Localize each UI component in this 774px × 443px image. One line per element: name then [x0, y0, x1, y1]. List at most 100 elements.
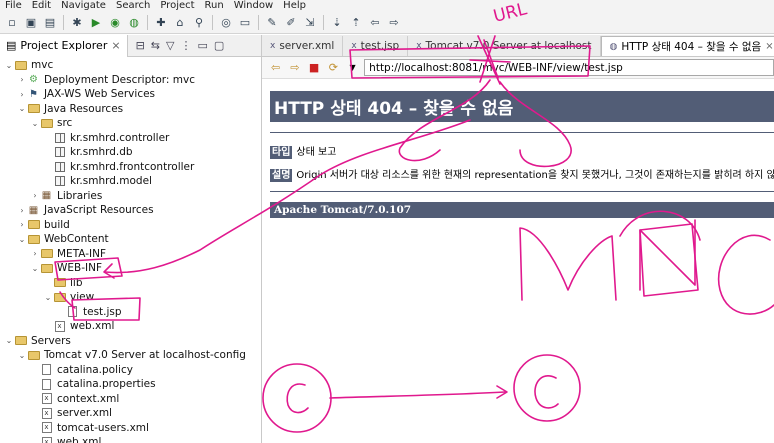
menu-file[interactable]: File [0, 0, 27, 12]
save-icon[interactable]: ▣ [23, 15, 39, 31]
chevron-down-icon[interactable]: ⌄ [17, 104, 27, 113]
toggle-mark-icon[interactable]: ✎ [264, 15, 280, 31]
back-icon[interactable]: ⇦ [268, 60, 283, 76]
annotation-icon[interactable]: ✐ [283, 15, 299, 31]
tree-item[interactable]: x web.xml [0, 319, 261, 334]
tree-item[interactable]: ⌄ Java Resources [0, 102, 261, 117]
close-icon[interactable]: ⨯ [765, 41, 773, 52]
chevron-down-icon[interactable]: ⌄ [43, 293, 53, 302]
editor-tab[interactable]: x server.xml [262, 36, 344, 56]
external-tools-icon[interactable]: ◉ [107, 15, 123, 31]
menu-run[interactable]: Run [200, 0, 229, 12]
editor-tab[interactable]: x Tomcat v7.0 Server at localhost [408, 36, 601, 56]
debug-icon[interactable]: ✱ [69, 15, 85, 31]
tree-item-label: Java Resources [44, 102, 124, 115]
chevron-down-icon[interactable]: ▼ [345, 60, 360, 76]
chevron-down-icon[interactable]: ⌄ [30, 264, 40, 273]
chevron-right-icon[interactable]: › [30, 191, 40, 200]
tree-item[interactable]: catalina.properties [0, 377, 261, 392]
chevron-right-icon[interactable]: › [30, 249, 40, 258]
menu-project[interactable]: Project [155, 0, 199, 12]
server-icon[interactable]: ◍ [126, 15, 142, 31]
tree-item[interactable]: › build [0, 218, 261, 233]
console-icon[interactable]: ▭ [237, 15, 253, 31]
tree-item[interactable]: ⌄ WEB-INF [0, 261, 261, 276]
toolbar-separator [212, 15, 213, 30]
chevron-down-icon[interactable]: ⌄ [4, 336, 14, 345]
menu-edit[interactable]: Edit [27, 0, 56, 12]
editor-tab[interactable]: ◍ HTTP 상태 404 – 찾을 수 없음 ⨯ [600, 36, 774, 56]
tree-item-label: catalina.properties [57, 378, 156, 391]
editor-tab[interactable]: x test.jsp [343, 36, 409, 56]
toolbar-separator [323, 15, 324, 30]
chevron-down-icon[interactable]: ⌄ [17, 351, 27, 360]
folder-icon [40, 263, 53, 273]
tree-item[interactable]: kr.smhrd.controller [0, 131, 261, 146]
chevron-down-icon[interactable]: ⌄ [17, 235, 27, 244]
chevron-right-icon[interactable]: › [17, 90, 27, 99]
stop-icon[interactable]: ■ [306, 60, 321, 76]
tree-item[interactable]: › ▦ JavaScript Resources [0, 203, 261, 218]
minimize-icon[interactable]: ▭ [197, 39, 207, 52]
tree-item[interactable]: kr.smhrd.model [0, 174, 261, 189]
editor-tab-label: HTTP 상태 404 – 찾을 수 없음 [621, 41, 762, 53]
filter-icon[interactable]: ▽ [166, 39, 174, 52]
chevron-right-icon[interactable]: › [17, 220, 27, 229]
menu-search[interactable]: Search [111, 0, 155, 12]
new-java-icon[interactable]: ✚ [153, 15, 169, 31]
tree-item[interactable]: x web.xml [0, 435, 261, 443]
prev-annotation-icon[interactable]: ⇡ [348, 15, 364, 31]
tree-item[interactable]: › ▦ Libraries [0, 189, 261, 204]
print-icon[interactable]: ▤ [42, 15, 58, 31]
file-icon: x [416, 41, 422, 51]
menu-help[interactable]: Help [278, 0, 311, 12]
chevron-right-icon[interactable]: › [17, 206, 27, 215]
link-editor-icon[interactable]: ⇆ [151, 39, 160, 52]
tree-item-label: context.xml [57, 392, 120, 405]
search-icon[interactable]: ⚲ [191, 15, 207, 31]
maximize-icon[interactable]: ▢ [214, 39, 224, 52]
pin-icon[interactable]: ⇲ [302, 15, 318, 31]
tree-item-label: WEB-INF [57, 262, 102, 275]
collapse-all-icon[interactable]: ⊟ [136, 39, 145, 52]
view-menu-icon[interactable]: ⋮ [180, 39, 191, 52]
tree-item[interactable]: test.jsp [0, 305, 261, 320]
tree-item-icon-slot [27, 350, 40, 361]
menu-window[interactable]: Window [229, 0, 278, 12]
menu-navigate[interactable]: Navigate [56, 0, 111, 12]
folder-icon [14, 336, 27, 346]
tree-item[interactable]: ⌄ WebContent [0, 232, 261, 247]
tree-item[interactable]: x server.xml [0, 406, 261, 421]
new-icon[interactable]: ▫ [4, 15, 20, 31]
tree-item[interactable]: ⌄ view [0, 290, 261, 305]
tree-item[interactable]: › ⚑ JAX-WS Web Services [0, 87, 261, 102]
chevron-down-icon[interactable]: ⌄ [4, 61, 14, 70]
explorer-actions: ⊟ ⇆ ▽ ⋮ ▭ ▢ [136, 39, 225, 52]
url-input[interactable] [364, 59, 774, 76]
tree-item[interactable]: ⌄ src [0, 116, 261, 131]
file-icon: x [270, 41, 276, 51]
chevron-right-icon[interactable]: › [17, 75, 27, 84]
open-type-icon[interactable]: ⌂ [172, 15, 188, 31]
tree-item[interactable]: ⌄ mvc [0, 58, 261, 73]
tree-item[interactable]: x tomcat-users.xml [0, 421, 261, 436]
tab-project-explorer[interactable]: ▤ Project Explorer ⨯ [0, 34, 128, 57]
tree-item[interactable]: ⌄ Servers [0, 334, 261, 349]
tree-item[interactable]: › ⚙ Deployment Descriptor: mvc [0, 73, 261, 88]
tree-item[interactable]: kr.smhrd.frontcontroller [0, 160, 261, 175]
back-icon[interactable]: ⇦ [367, 15, 383, 31]
close-icon[interactable]: ⨯ [111, 39, 120, 52]
chevron-down-icon[interactable]: ⌄ [30, 119, 40, 128]
browser-icon[interactable]: ◎ [218, 15, 234, 31]
tree-item[interactable]: kr.smhrd.db [0, 145, 261, 160]
next-annotation-icon[interactable]: ⇣ [329, 15, 345, 31]
tree-item[interactable]: lib [0, 276, 261, 291]
tree-item[interactable]: › META-INF [0, 247, 261, 262]
tree-item[interactable]: ⌄ Tomcat v7.0 Server at localhost-config [0, 348, 261, 363]
refresh-icon[interactable]: ⟳ [326, 60, 341, 76]
tree-item[interactable]: catalina.policy [0, 363, 261, 378]
run-icon[interactable]: ▶ [88, 15, 104, 31]
forward-icon[interactable]: ⇨ [287, 60, 302, 76]
forward-icon[interactable]: ⇨ [386, 15, 402, 31]
tree-item[interactable]: x context.xml [0, 392, 261, 407]
